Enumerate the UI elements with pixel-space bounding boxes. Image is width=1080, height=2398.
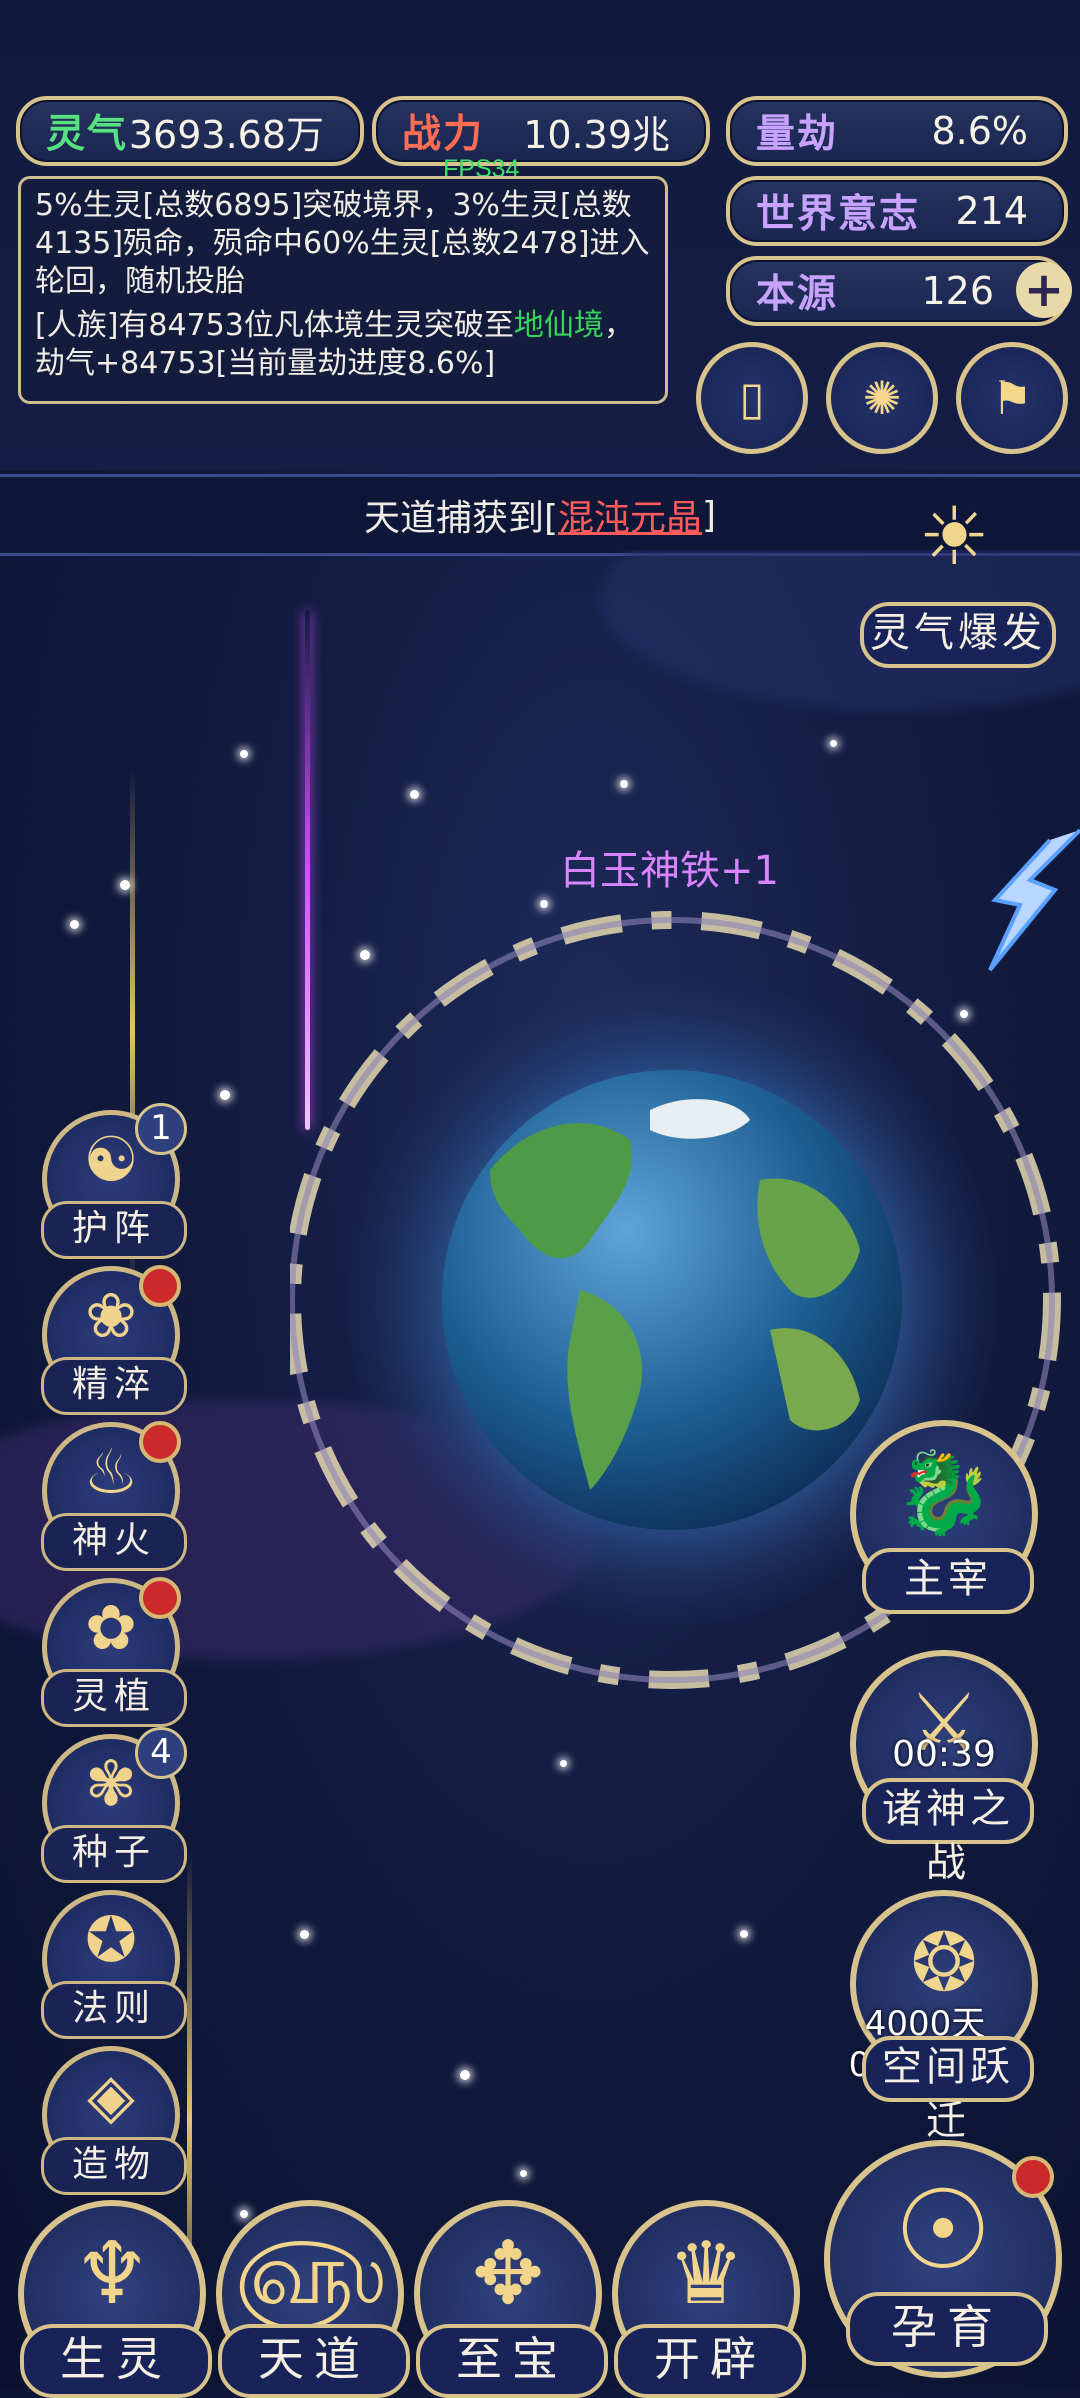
star (540, 900, 548, 908)
reward-float-text: 白玉神铁+1 (560, 848, 779, 894)
star (460, 2070, 470, 2080)
event-log: 5%生灵[总数6895]突破境界，3%生灵[总数4135]殒命，殒命中60%生灵… (18, 176, 668, 404)
yunyu-button[interactable]: ☉ 孕育 (824, 2140, 1062, 2378)
star (520, 2170, 527, 2177)
vortex-icon[interactable]: ✺ (826, 342, 938, 454)
zhushen-label: 诸神之战 (862, 1778, 1034, 1886)
lingqi-label: 灵气 (46, 112, 129, 157)
treasure-icon: ✥ (471, 2224, 545, 2324)
lingqi-burst-button[interactable]: ☀ 灵气爆发 (860, 490, 1056, 676)
kongjian-label: 空间跃迁 (862, 2036, 1034, 2144)
menu-label: 精淬 (41, 1357, 187, 1415)
log-highlight: 地仙境 (513, 308, 604, 343)
yunyu-label: 孕育 (846, 2292, 1048, 2366)
zhuzai-label: 主宰 (862, 1548, 1034, 1614)
notification-dot (139, 1421, 181, 1463)
zhanli-value: 10.39兆 (523, 112, 670, 157)
log-line-2-pre: [人族]有84753位凡体境生灵突破至 (35, 308, 514, 343)
sun-icon: ☀ (918, 490, 990, 583)
zhuzai-button[interactable]: 🐉 主宰 (850, 1420, 1038, 1614)
notification-dot (139, 1577, 181, 1619)
swirl-icon: ௵ (234, 2224, 386, 2324)
bottom-shengling[interactable]: ♆ 生灵 (18, 2200, 212, 2398)
star (830, 740, 837, 747)
benyuan-value: 126 (921, 269, 994, 313)
crown-icon: ♛ (667, 2224, 745, 2324)
liangjie-label: 量劫 (756, 112, 839, 157)
diamond-icon: ◈ (87, 2059, 135, 2132)
rune-icon: ✪ (85, 1903, 137, 1976)
captured-item-link[interactable]: 混沌元晶 (558, 489, 702, 541)
star (240, 2210, 248, 2218)
zhanli-label: 战力 (402, 112, 485, 157)
bottom-tiandao[interactable]: ௵ 天道 (216, 2200, 410, 2398)
bottom-label: 开辟 (614, 2324, 806, 2398)
menu-label: 灵植 (41, 1669, 187, 1727)
lingqi-value: 3693.68万 (128, 112, 324, 157)
lingqi-burst-label: 灵气爆发 (860, 602, 1056, 668)
star (120, 880, 130, 890)
menu-label: 神火 (41, 1513, 187, 1571)
star (740, 1930, 748, 1938)
liangjie-value: 8.6% (931, 109, 1028, 153)
log-line-2: [人族]有84753位凡体境生灵突破至地仙境，劫气+84753[当前量劫进度8.… (35, 307, 651, 383)
star (70, 920, 79, 929)
add-benyuan-button[interactable]: + (1016, 262, 1072, 318)
bottom-label: 至宝 (416, 2324, 608, 2398)
bottom-kaipi[interactable]: ♛ 开辟 (612, 2200, 806, 2398)
menu-faze[interactable]: ✪ 法则 (41, 1890, 187, 2039)
scroll-icon[interactable]: ⚑ (956, 342, 1068, 454)
zhushen-timer: 00:39 (892, 1734, 996, 1775)
star (220, 1090, 230, 1100)
liangjie-stat[interactable]: 量劫 8.6% (726, 96, 1068, 166)
menu-huzhen[interactable]: ☯ 1 护阵 (41, 1103, 187, 1259)
menu-zaowu[interactable]: ◈ 造物 (41, 2046, 187, 2195)
count-badge: 1 (135, 1103, 187, 1155)
top-panel: 灵气 3693.68万 战力 10.39兆 量劫 8.6% 世界意志 214 本… (0, 0, 1080, 470)
star (410, 790, 419, 799)
menu-label: 种子 (41, 1825, 187, 1883)
star (240, 750, 248, 758)
kongjian-button[interactable]: ❂ 4000天00:05:17 空间跃迁 (849, 1890, 1038, 2144)
menu-jingcui[interactable]: ❀ 精淬 (41, 1265, 187, 1415)
lingqi-stat[interactable]: 灵气 3693.68万 (16, 96, 364, 166)
bottom-zhibao[interactable]: ✥ 至宝 (414, 2200, 608, 2398)
menu-label: 护阵 (41, 1201, 187, 1259)
shijie-value: 214 (955, 189, 1028, 233)
card-icon[interactable]: ▯ (696, 342, 808, 454)
phoenix-icon: ♆ (73, 2224, 151, 2324)
zhushen-button[interactable]: ⚔ 00:39 诸神之战 (850, 1650, 1038, 1886)
shijie-label: 世界意志 (756, 192, 921, 237)
bottom-label: 生灵 (20, 2324, 212, 2398)
shijie-stat[interactable]: 世界意志 214 (726, 176, 1068, 246)
star (300, 1930, 309, 1939)
notification-dot (1012, 2156, 1054, 2198)
menu-shenhuo[interactable]: ♨ 神火 (41, 1421, 187, 1571)
star (560, 1760, 567, 1767)
banner-suffix: ] (702, 494, 717, 536)
menu-zhongzi[interactable]: ✾ 4 种子 (41, 1727, 187, 1883)
menu-label: 法则 (41, 1981, 187, 2039)
dragon-icon: 🐉 (894, 1446, 994, 1539)
count-badge: 4 (135, 1727, 187, 1779)
notification-dot (139, 1265, 181, 1307)
menu-lingzhi[interactable]: ✿ 灵植 (41, 1577, 187, 1727)
banner-prefix: 天道捕获到[ (363, 498, 558, 539)
bottom-label: 天道 (218, 2324, 410, 2398)
menu-label: 造物 (41, 2137, 187, 2195)
star (620, 780, 628, 788)
log-line-1: 5%生灵[总数6895]突破境界，3%生灵[总数4135]殒命，殒命中60%生灵… (35, 188, 650, 299)
benyuan-label: 本源 (756, 272, 839, 317)
zhanli-stat[interactable]: 战力 10.39兆 (372, 96, 710, 166)
